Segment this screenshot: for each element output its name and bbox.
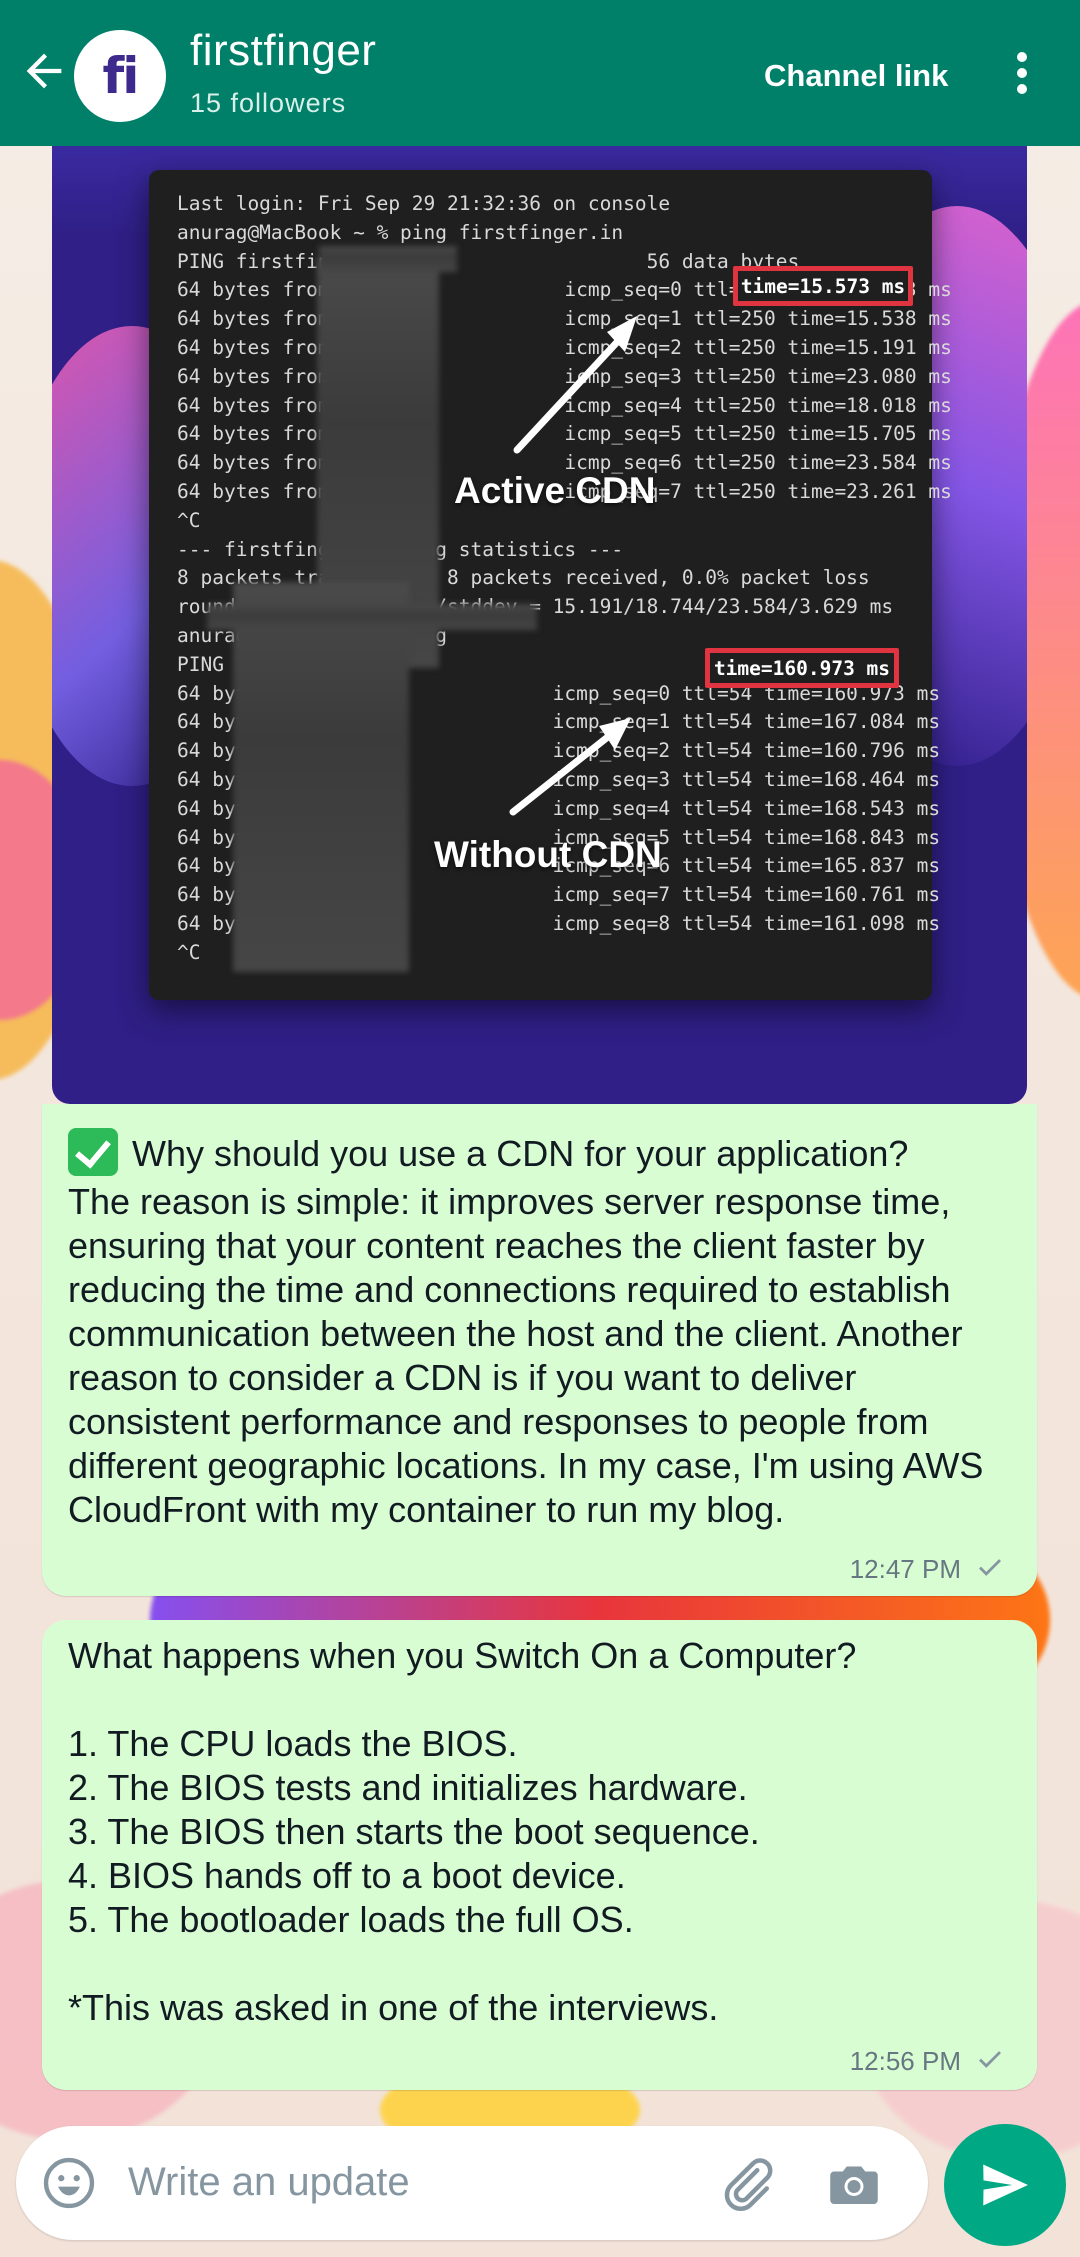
message-time: 12:47 PM <box>849 1554 961 1584</box>
image-message[interactable]: Last login: Fri Sep 29 21:32:36 on conso… <box>52 146 1027 1104</box>
check-mark-emoji-icon <box>68 1128 118 1176</box>
message-composer[interactable]: Write an update <box>16 2126 928 2240</box>
message-bubble[interactable]: What happens when you Switch On a Comput… <box>42 1620 1037 2090</box>
channel-avatar[interactable]: fi <box>74 30 166 122</box>
channel-link-button[interactable]: Channel link <box>764 58 948 94</box>
send-button[interactable] <box>944 2124 1066 2246</box>
sent-check-icon <box>979 1559 1001 1576</box>
label-without-cdn: Without CDN <box>434 834 662 875</box>
follower-count: 15 followers <box>190 88 347 118</box>
message-body: The reason is simple: it improves server… <box>68 1181 984 1530</box>
attach-icon[interactable] <box>716 2154 776 2214</box>
message-heading: Why should you use a CDN for your applic… <box>68 1128 908 1176</box>
channel-header: fi firstfinger 15 followers Channel link <box>0 0 1080 146</box>
channel-title[interactable]: firstfinger <box>190 26 376 76</box>
sent-check-icon <box>979 2051 1001 2068</box>
avatar-initials: fi <box>102 47 140 105</box>
back-arrow-icon[interactable] <box>18 45 70 97</box>
emoji-icon[interactable] <box>40 2154 98 2212</box>
more-options-icon[interactable] <box>1010 52 1034 100</box>
message-bubble[interactable]: Why should you use a CDN for your applic… <box>42 1104 1037 1596</box>
send-icon <box>983 2164 1028 2206</box>
message-body: What happens when you Switch On a Comput… <box>68 1635 857 2028</box>
update-input[interactable]: Write an update <box>128 2160 410 2205</box>
label-active-cdn: Active CDN <box>454 470 656 511</box>
terminal-screenshot: Last login: Fri Sep 29 21:32:36 on conso… <box>149 170 952 1000</box>
message-time: 12:56 PM <box>849 2046 961 2076</box>
camera-icon[interactable] <box>824 2154 884 2214</box>
